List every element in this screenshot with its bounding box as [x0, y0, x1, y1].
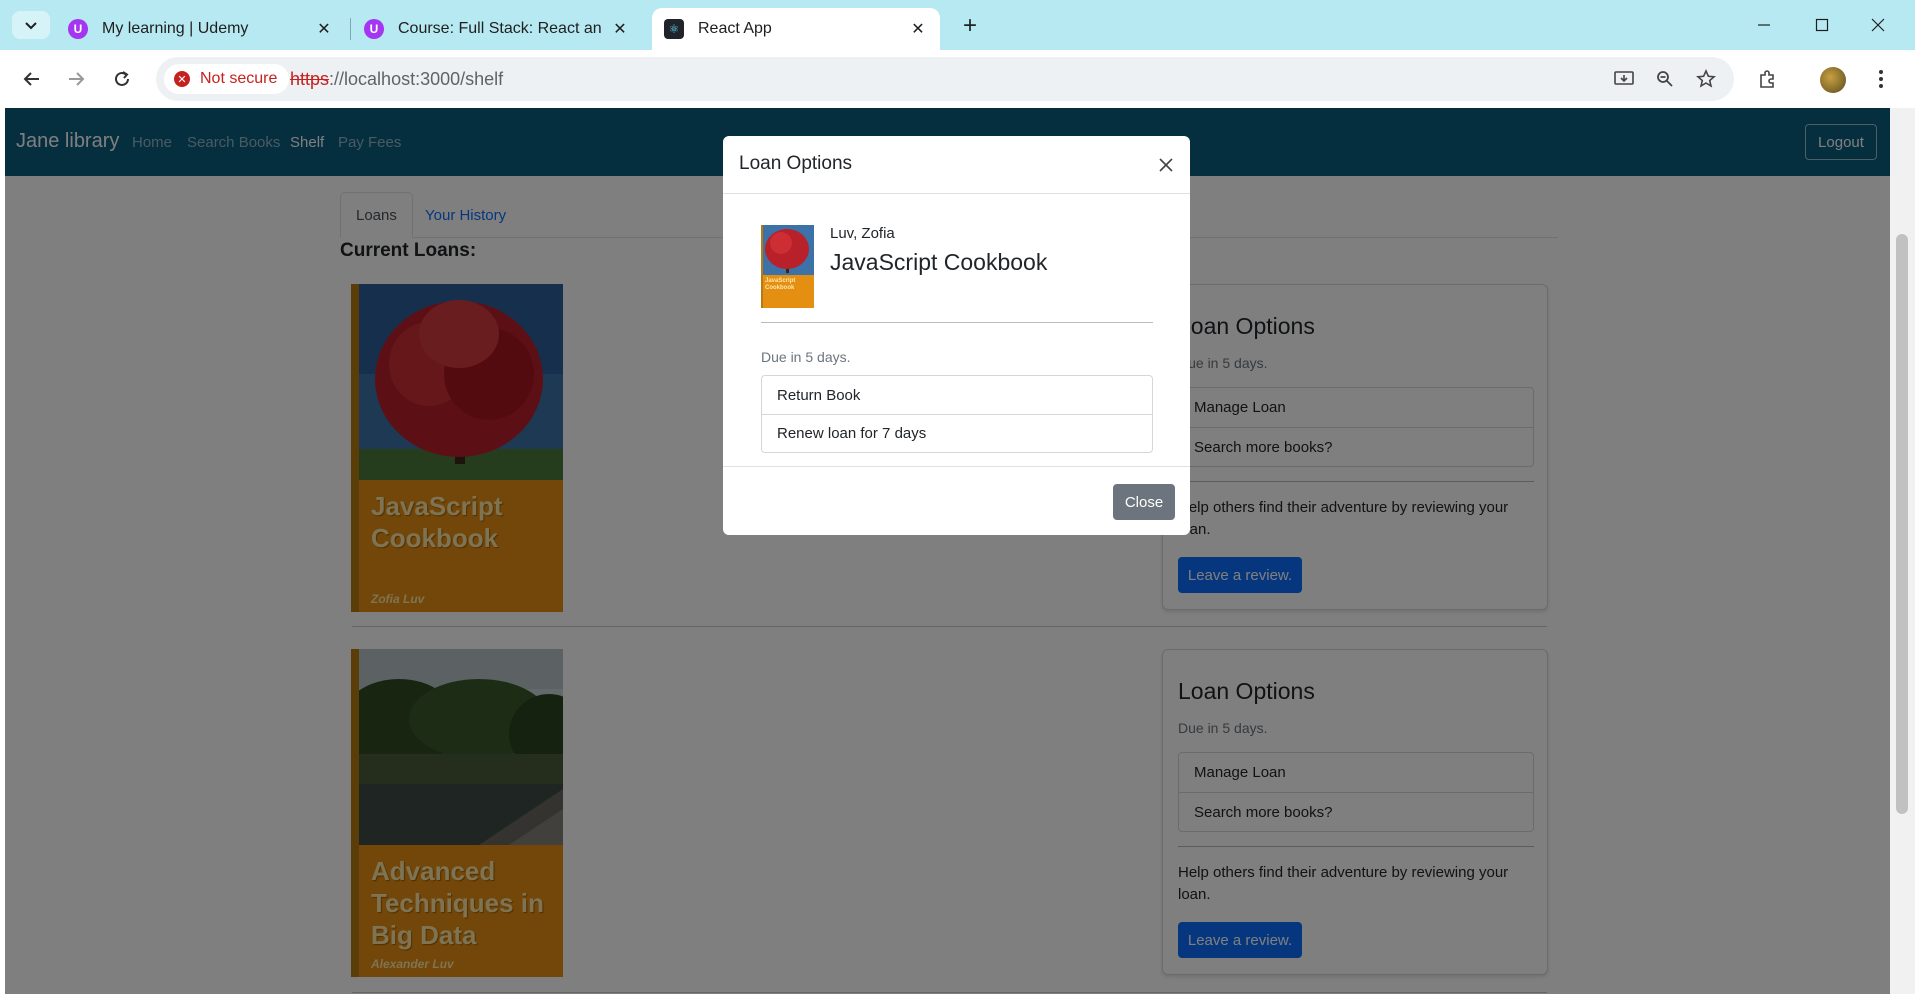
back-icon[interactable] — [17, 64, 47, 94]
modal-due-text: Due in 5 days. — [761, 349, 851, 365]
tab-search-button[interactable] — [12, 11, 50, 39]
udemy-icon: U — [68, 19, 88, 39]
close-tab-icon[interactable]: ✕ — [314, 19, 334, 39]
cover-spine — [761, 225, 763, 308]
forward-icon[interactable] — [61, 64, 91, 94]
scrollbar-thumb[interactable] — [1896, 234, 1908, 814]
address-bar[interactable]: ✕ Not secure https://localhost:3000/shel… — [156, 57, 1734, 101]
chevron-down-icon — [25, 22, 37, 30]
url-text[interactable]: https://localhost:3000/shelf — [290, 69, 503, 90]
url-path: ://localhost:3000/shelf — [329, 69, 504, 89]
return-book-button[interactable]: Return Book — [762, 376, 1152, 414]
renew-loan-button[interactable]: Renew loan for 7 days — [762, 414, 1152, 452]
browser-toolbar: ✕ Not secure https://localhost:3000/shel… — [0, 50, 1915, 108]
modal-footer: Close — [723, 466, 1190, 535]
divider — [761, 322, 1153, 323]
tab-title: React App — [698, 20, 772, 37]
tab-separator — [350, 18, 351, 40]
modal-cover-title: JavaScript Cookbook — [765, 278, 796, 291]
install-app-icon[interactable] — [1612, 67, 1636, 91]
close-tab-icon[interactable]: ✕ — [908, 19, 928, 39]
reload-icon[interactable] — [107, 64, 137, 94]
loan-options-modal: Loan Options JavaScript Cookbook Luv, Zo… — [723, 136, 1190, 535]
profile-avatar[interactable] — [1820, 67, 1846, 93]
tree-image — [761, 225, 814, 275]
tab-title: Course: Full Stack: React and Java — [398, 20, 602, 37]
modal-header: Loan Options — [723, 136, 1190, 194]
modal-book-cover: JavaScript Cookbook — [761, 225, 814, 308]
react-icon: ⚛ — [664, 19, 684, 39]
modal-book-title: JavaScript Cookbook — [830, 249, 1048, 275]
browser-tab-udemy-course[interactable]: U Course: Full Stack: React and Java ✕ — [352, 8, 642, 50]
browser-tab-react-app[interactable]: ⚛ React App ✕ — [652, 8, 940, 50]
zoom-icon[interactable] — [1653, 67, 1677, 91]
maximize-icon[interactable] — [1802, 12, 1842, 38]
udemy-icon: U — [364, 19, 384, 39]
tab-title: My learning | Udemy — [102, 20, 249, 37]
extensions-icon[interactable] — [1752, 64, 1782, 94]
new-tab-icon[interactable]: + — [956, 12, 984, 40]
close-button[interactable]: Close — [1113, 484, 1175, 520]
browser-tab-udemy-learning[interactable]: U My learning | Udemy ✕ — [56, 8, 346, 50]
modal-title: Loan Options — [739, 153, 853, 174]
page-viewport: Jane library Home Search Books Shelf Pay… — [5, 108, 1890, 994]
warning-icon: ✕ — [174, 71, 190, 87]
close-tab-icon[interactable]: ✕ — [610, 19, 630, 39]
modal-actions-list: Return Book Renew loan for 7 days — [761, 375, 1153, 453]
minimize-icon[interactable] — [1744, 12, 1784, 38]
bookmark-star-icon[interactable] — [1694, 67, 1718, 91]
close-window-icon[interactable] — [1858, 12, 1898, 38]
url-protocol: https — [290, 69, 330, 89]
more-menu-icon[interactable] — [1866, 64, 1896, 94]
security-label: Not secure — [200, 70, 278, 87]
page-scrollbar[interactable] — [1890, 108, 1915, 994]
modal-author: Luv, Zofia — [830, 225, 895, 242]
browser-tabstrip: U My learning | Udemy ✕ U Course: Full S… — [0, 0, 1915, 50]
close-icon[interactable] — [1155, 154, 1177, 176]
site-security-chip[interactable]: ✕ Not secure — [164, 64, 290, 94]
